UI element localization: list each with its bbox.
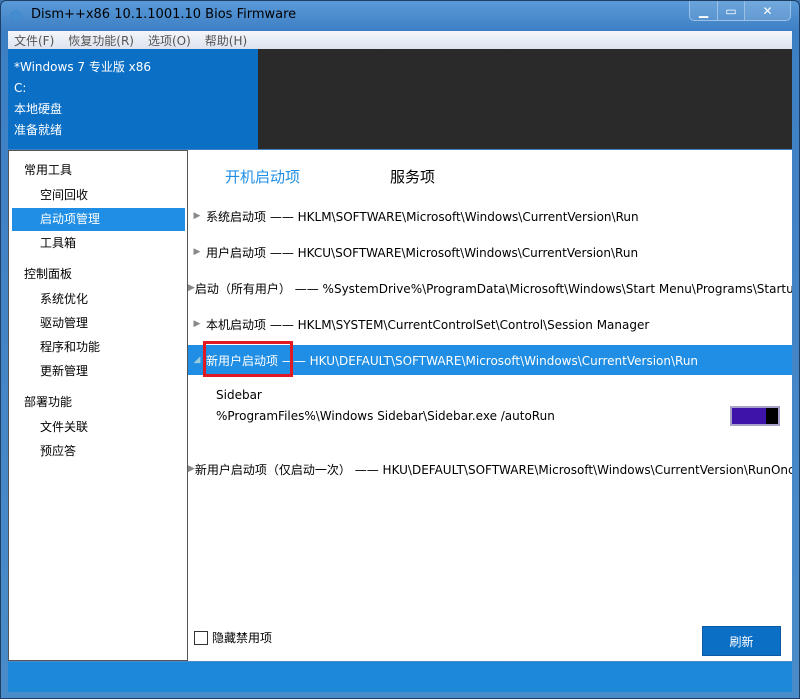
startup-group-row[interactable]: ▶启动（所有用户） —— %SystemDrive%\ProgramData\M… (188, 273, 792, 303)
sidebar-group-common-tools: 常用工具 (9, 157, 187, 183)
sidebar-item-space-cleanup[interactable]: 空间回收 (12, 184, 185, 207)
sidebar-item-answer-file[interactable]: 预应答 (12, 440, 185, 463)
checkbox-label: 隐藏禁用项 (212, 629, 272, 646)
tab-services[interactable]: 服务项 (390, 166, 435, 187)
tab-startup-items[interactable]: 开机启动项 (225, 166, 300, 187)
menu-restore[interactable]: 恢复功能(R) (68, 32, 134, 49)
startup-group-row-selected[interactable]: ◢新用户启动项 —— HKU\DEFAULT\SOFTWARE\Microsof… (188, 345, 792, 375)
entry-enable-toggle[interactable] (730, 406, 780, 426)
menu-options[interactable]: 选项(O) (148, 32, 191, 49)
startup-group-row[interactable]: ▶新用户启动项（仅启动一次） —— HKU\DEFAULT\SOFTWARE\M… (188, 454, 792, 484)
startup-group-row[interactable]: ▶系统启动项 —— HKLM\SOFTWARE\Microsoft\Window… (188, 201, 792, 231)
checkbox-box[interactable] (194, 631, 208, 645)
row-label: 用户启动项 —— HKCU\SOFTWARE\Microsoft\Windows… (206, 244, 638, 261)
row-label: 系统启动项 —— HKLM\SOFTWARE\Microsoft\Windows… (206, 208, 639, 225)
sidebar-item-updates[interactable]: 更新管理 (12, 360, 185, 383)
main-panel: 开机启动项 服务项 ▶系统启动项 —— HKLM\SOFTWARE\Micros… (188, 150, 792, 661)
session-panel (258, 49, 792, 149)
row-label: 本机启动项 —— HKLM\SYSTEM\CurrentControlSet\C… (206, 316, 649, 333)
hide-disabled-checkbox[interactable]: 隐藏禁用项 (194, 629, 272, 646)
expand-arrow-icon: ▶ (188, 319, 206, 329)
sidebar: 常用工具 空间回收 启动项管理 工具箱 控制面板 系统优化 驱动管理 程序和功能… (8, 150, 188, 661)
sidebar-item-startup-manager[interactable]: 启动项管理 (12, 208, 185, 231)
sidebar-group-deployment: 部署功能 (9, 389, 187, 415)
menu-bar: 文件(F) 恢复功能(R) 选项(O) 帮助(H) (8, 31, 792, 49)
menu-file[interactable]: 文件(F) (14, 32, 54, 49)
sidebar-item-system-optimize[interactable]: 系统优化 (12, 288, 185, 311)
system-info-panel[interactable]: *Windows 7 专业版 x86 C: 本地硬盘 准备就绪 (8, 49, 258, 149)
disk-type: 本地硬盘 (14, 99, 252, 120)
startup-group-row[interactable]: ▶用户启动项 —— HKCU\SOFTWARE\Microsoft\Window… (188, 237, 792, 267)
row-label: 新用户启动项（仅启动一次） —— HKU\DEFAULT\SOFTWARE\Mi… (195, 461, 792, 478)
toggle-thumb[interactable] (766, 408, 778, 424)
startup-group-row[interactable]: ▶本机启动项 —— HKLM\SYSTEM\CurrentControlSet\… (188, 309, 792, 339)
sidebar-item-programs[interactable]: 程序和功能 (12, 336, 185, 359)
maximize-button[interactable]: ▭ (717, 1, 744, 20)
sidebar-item-toolbox[interactable]: 工具箱 (12, 232, 185, 255)
expand-arrow-icon: ▶ (188, 464, 195, 474)
os-name: *Windows 7 专业版 x86 (14, 57, 252, 78)
expand-arrow-icon: ▶ (188, 211, 206, 221)
expand-arrow-icon: ▶ (188, 247, 206, 257)
close-button[interactable]: ✕ (744, 1, 790, 20)
highlight-box (203, 341, 293, 377)
status-bar (8, 662, 792, 692)
minimize-button[interactable]: ▁ (690, 1, 717, 20)
app-gear-icon: ⚙ (9, 7, 22, 25)
menu-help[interactable]: 帮助(H) (205, 32, 247, 49)
sidebar-item-file-assoc[interactable]: 文件关联 (12, 416, 185, 439)
window-title: Dism++x86 10.1.1001.10 Bios Firmware (31, 7, 296, 22)
row-label: 启动（所有用户） —— %SystemDrive%\ProgramData\Mi… (195, 280, 792, 297)
refresh-button[interactable]: 刷新 (702, 626, 781, 656)
drive-letter: C: (14, 78, 252, 99)
sidebar-item-drivers[interactable]: 驱动管理 (12, 312, 185, 335)
expand-arrow-icon: ▶ (188, 283, 195, 293)
entry-name: Sidebar (216, 388, 262, 402)
status-text: 准备就绪 (14, 120, 252, 141)
sidebar-group-control-panel: 控制面板 (9, 261, 187, 287)
window-controls: ▁ ▭ ✕ (689, 1, 791, 21)
entry-command: %ProgramFiles%\Windows Sidebar\Sidebar.e… (216, 409, 555, 423)
